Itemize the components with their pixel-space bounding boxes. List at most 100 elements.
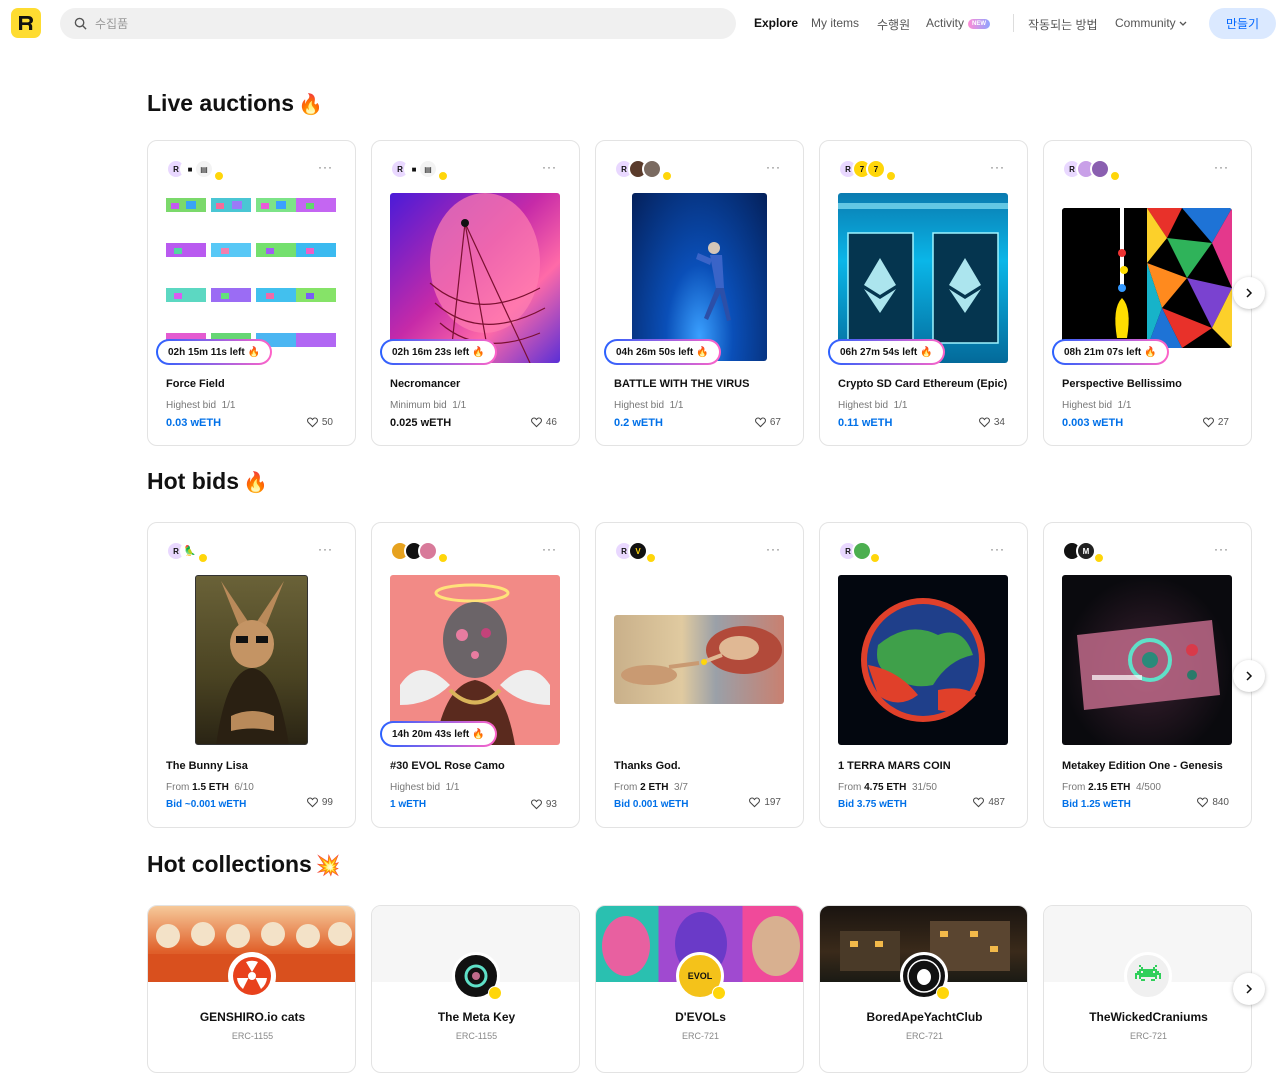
like-count: 99 [321, 797, 333, 808]
avatar[interactable] [418, 541, 438, 561]
hot-bid-card[interactable]: R 🦜 ··· The Bunny Lisa From 1.5 ETH 6/10… [147, 522, 356, 828]
bid-price: Bid ~0.001 wETH [166, 799, 247, 810]
edition: 1/1 [221, 400, 236, 411]
nav-how-it-works[interactable]: 작동되는 방법 [1028, 16, 1098, 33]
item-title[interactable]: Crypto SD Card Ethereum (Epic) [838, 378, 1007, 390]
creator-avatars[interactable]: R V [614, 541, 648, 563]
collection-card[interactable]: The Meta Key ERC-1155 [371, 905, 580, 1073]
live-auctions-next-button[interactable] [1233, 277, 1265, 309]
nav-explore[interactable]: Explore [754, 16, 798, 30]
more-options-icon[interactable]: ··· [1214, 161, 1229, 173]
more-options-icon[interactable]: ··· [318, 543, 333, 555]
auction-card[interactable]: R ■ ▤ ··· 02h 15m 11s left 🔥 Force Field… [147, 140, 356, 446]
search-input[interactable] [95, 16, 695, 31]
item-title[interactable]: Metakey Edition One - Genesis [1062, 760, 1223, 772]
collection-name[interactable]: D'EVOLs [596, 1010, 803, 1024]
item-title[interactable]: Necromancer [390, 378, 460, 390]
collection-card[interactable]: GENSHIRO.io cats ERC-1155 [147, 905, 356, 1073]
artwork-image[interactable] [1062, 575, 1232, 745]
avatar[interactable]: V [628, 541, 648, 561]
like-button[interactable]: 27 [1202, 417, 1229, 428]
artwork-image[interactable] [838, 193, 1008, 363]
creator-avatars[interactable]: R [838, 541, 872, 563]
hot-bid-card[interactable]: ··· 14h 20m 43s left 🔥 #30 EVOL Rose Cam… [371, 522, 580, 828]
like-button[interactable]: 197 [749, 797, 781, 808]
creator-avatars[interactable]: R ■ ▤ [166, 159, 214, 181]
item-title[interactable]: The Bunny Lisa [166, 760, 248, 772]
item-title[interactable]: BATTLE WITH THE VIRUS [614, 378, 749, 390]
avatar[interactable] [852, 541, 872, 561]
avatar[interactable] [1090, 159, 1110, 179]
creator-avatars[interactable]: R ■ ▤ [390, 159, 438, 181]
artwork-image[interactable] [1062, 208, 1232, 348]
nav-activity[interactable]: Activity NEW [926, 16, 991, 30]
collection-card[interactable]: TheWickedCraniums ERC-721 [1043, 905, 1252, 1073]
collection-name[interactable]: The Meta Key [372, 1010, 579, 1024]
more-options-icon[interactable]: ··· [1214, 543, 1229, 555]
item-title[interactable]: Thanks God. [614, 760, 681, 772]
more-options-icon[interactable]: ··· [766, 543, 781, 555]
like-button[interactable]: 93 [530, 799, 557, 810]
auction-card[interactable]: R ■ ▤ ··· 02h 16m 23s left 🔥 Necromancer… [371, 140, 580, 446]
hot-collections-next-button[interactable] [1233, 973, 1265, 1005]
bid-info: Highest bid 1/1 [390, 782, 460, 793]
search-bar[interactable] [60, 8, 736, 39]
more-options-icon[interactable]: ··· [318, 161, 333, 173]
nav-my-items[interactable]: My items [811, 16, 859, 30]
item-title[interactable]: Perspective Bellissimo [1062, 378, 1182, 390]
nav-following[interactable]: 수행원 [877, 16, 910, 33]
like-button[interactable]: 487 [973, 797, 1005, 808]
artwork-image[interactable] [838, 575, 1008, 745]
artwork-image[interactable] [614, 615, 784, 704]
hot-bids-next-button[interactable] [1233, 660, 1265, 692]
creator-avatars[interactable]: R [614, 159, 662, 181]
more-options-icon[interactable]: ··· [542, 543, 557, 555]
artwork-image[interactable] [166, 193, 336, 363]
creator-avatars[interactable]: M [1062, 541, 1096, 563]
avatar[interactable]: ▤ [194, 159, 214, 179]
like-button[interactable]: 46 [530, 417, 557, 428]
avatar[interactable] [642, 159, 662, 179]
like-button[interactable]: 34 [978, 417, 1005, 428]
rarible-logo[interactable] [11, 8, 41, 38]
hot-bid-card[interactable]: R V ··· Thanks God. From 2 ETH 3/7 Bid 0… [595, 522, 804, 828]
collection-name[interactable]: BoredApeYachtClub [820, 1010, 1027, 1024]
artwork-image[interactable] [632, 193, 767, 361]
collection-card[interactable]: EVOL D'EVOLs ERC-721 [595, 905, 804, 1073]
like-button[interactable]: 67 [754, 417, 781, 428]
edition: 1/1 [445, 782, 460, 793]
fire-icon: 🔥 [243, 472, 268, 494]
collection-card[interactable]: BoredApeYachtClub ERC-721 [819, 905, 1028, 1073]
creator-avatars[interactable] [390, 541, 438, 563]
auction-card[interactable]: R ··· 08h 21m 07s left 🔥 Perspective Bel… [1043, 140, 1252, 446]
item-title[interactable]: #30 EVOL Rose Camo [390, 760, 505, 772]
like-button[interactable]: 99 [306, 797, 333, 808]
creator-avatars[interactable]: R [1062, 159, 1110, 181]
hot-bid-card[interactable]: R ··· 1 TERRA MARS COIN From 4.75 ETH 31… [819, 522, 1028, 828]
more-options-icon[interactable]: ··· [990, 543, 1005, 555]
hot-bid-card[interactable]: M ··· Metakey Edition One - Genesis From… [1043, 522, 1252, 828]
more-options-icon[interactable]: ··· [766, 161, 781, 173]
create-button[interactable]: 만들기 [1209, 8, 1276, 39]
like-button[interactable]: 840 [1197, 797, 1229, 808]
item-title[interactable]: Force Field [166, 378, 225, 390]
more-options-icon[interactable]: ··· [990, 161, 1005, 173]
creator-avatars[interactable]: R 🦜 [166, 541, 200, 563]
auction-card[interactable]: R ··· 04h 26m 50s left 🔥 BATTLE WITH THE… [595, 140, 804, 446]
creator-avatars[interactable]: R 7 7 [838, 159, 886, 181]
collection-name[interactable]: TheWickedCraniums [1044, 1010, 1251, 1024]
avatar[interactable]: ▤ [418, 159, 438, 179]
item-title[interactable]: 1 TERRA MARS COIN [838, 760, 951, 772]
artwork-image[interactable] [390, 575, 560, 745]
artwork-image[interactable] [195, 575, 308, 745]
artwork-image[interactable] [390, 193, 560, 363]
more-options-icon[interactable]: ··· [542, 161, 557, 173]
avatar[interactable]: M [1076, 541, 1096, 561]
nav-community[interactable]: Community [1115, 16, 1187, 30]
like-button[interactable]: 50 [306, 417, 333, 428]
avatar[interactable]: 🦜 [180, 541, 200, 561]
price-info: From 2.15 ETH 4/500 [1062, 782, 1161, 793]
auction-card[interactable]: R 7 7 ··· 06h 27m 54s left 🔥 Crypto SD C… [819, 140, 1028, 446]
collection-name[interactable]: GENSHIRO.io cats [148, 1010, 355, 1024]
avatar[interactable]: 7 [866, 159, 886, 179]
